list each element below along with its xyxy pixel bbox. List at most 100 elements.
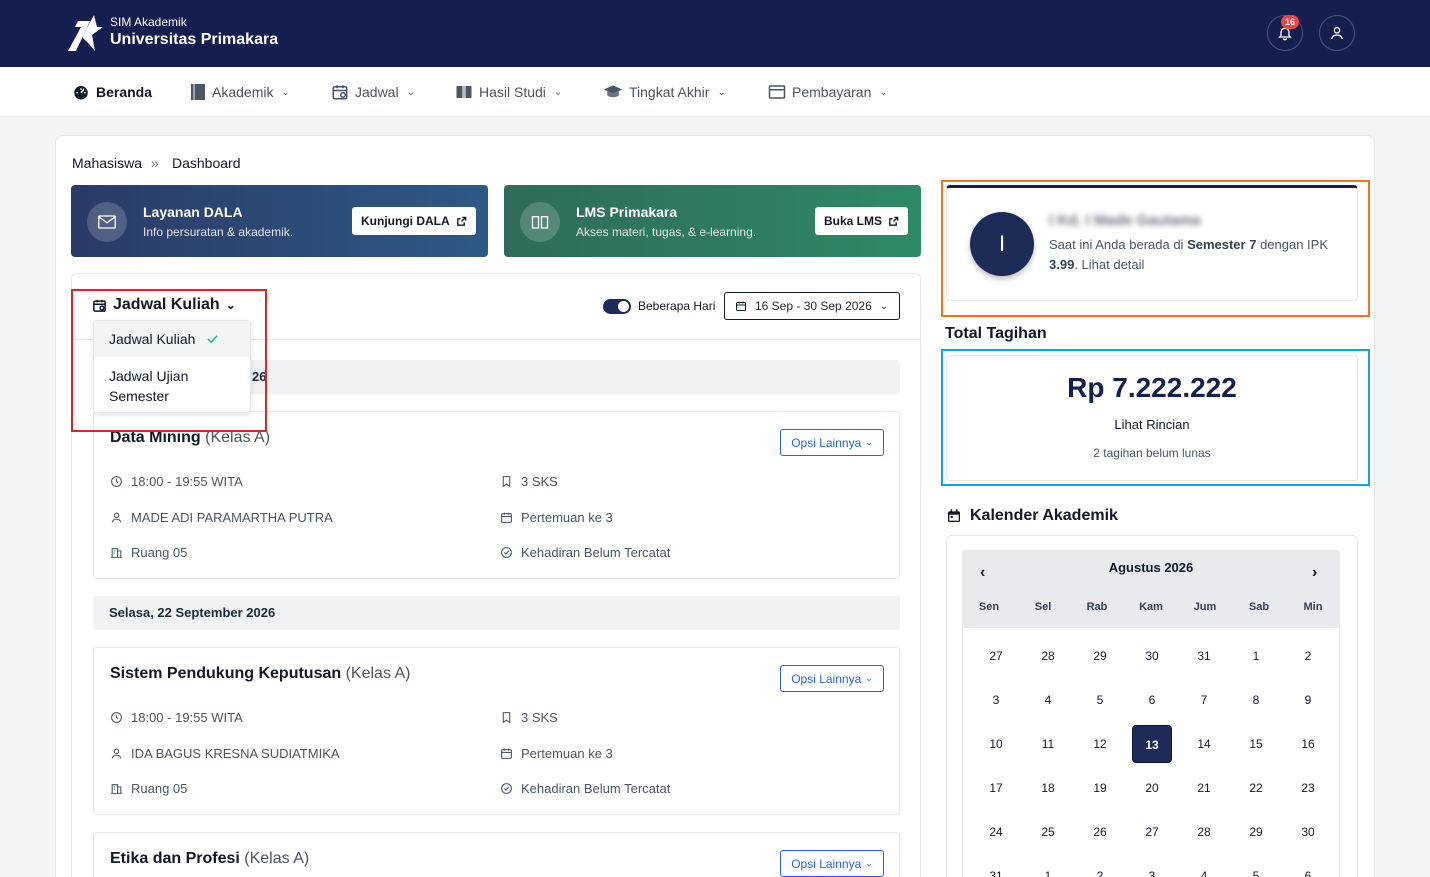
nav-hasil-studi[interactable]: Hasil Studi ⌄ <box>455 67 562 117</box>
calendar-day[interactable]: 4 <box>1028 681 1068 719</box>
button-label: Buka LMS <box>824 214 883 228</box>
course-meeting: Pertemuan ke 3 <box>500 510 613 525</box>
calendar-day[interactable]: 26 <box>1080 813 1120 851</box>
calendar-day[interactable]: 30 <box>1288 813 1328 851</box>
calendar-day[interactable]: 27 <box>976 637 1016 675</box>
course-room: Ruang 05 <box>110 545 187 560</box>
nav-beranda[interactable]: Beranda <box>72 67 152 117</box>
course-card: Sistem Pendukung Keputusan (Kelas A) Ops… <box>93 647 900 815</box>
calendar-day[interactable]: 16 <box>1288 725 1328 763</box>
chevron-down-icon: ⌄ <box>281 86 290 98</box>
day-of-week-label: Sen <box>978 601 1000 613</box>
calendar-day[interactable]: 18 <box>1028 769 1068 807</box>
chevron-down-icon: ⌄ <box>879 86 888 98</box>
day-of-week-label: Rab <box>1086 601 1108 613</box>
calendar-day[interactable]: 12 <box>1080 725 1120 763</box>
nav-tingkat-akhir[interactable]: Tingkat Akhir ⌄ <box>603 67 726 117</box>
calendar-month: Agustus 2026 <box>1108 560 1194 575</box>
calendar-day[interactable]: 31 <box>1184 637 1224 675</box>
calendar-day[interactable]: 14 <box>1184 725 1224 763</box>
breadcrumb-parent[interactable]: Mahasiswa <box>72 155 142 171</box>
main-nav: Beranda Akademik ⌄ Jadwal ⌄ Hasil Studi ⌄ T… <box>0 67 1430 117</box>
calendar-day[interactable]: 15 <box>1236 725 1276 763</box>
user-icon <box>1331 27 1343 40</box>
highlight-box-blue <box>941 349 1370 486</box>
button-label: Kunjungi DALA <box>361 214 450 228</box>
mail-icon <box>87 202 127 242</box>
calendar-day[interactable]: 2 <box>1080 857 1120 877</box>
profile-button[interactable] <box>1319 15 1355 51</box>
building-icon <box>111 548 122 558</box>
calendar-day[interactable]: 10 <box>976 725 1016 763</box>
calendar-day[interactable]: 3 <box>1132 857 1172 877</box>
calendar-day[interactable]: 5 <box>1080 681 1120 719</box>
nav-label: Akademik <box>212 84 274 100</box>
multi-day-toggle[interactable] <box>603 299 631 314</box>
calendar-day[interactable]: 30 <box>1132 637 1172 675</box>
opsi-lainnya-button[interactable]: Opsi Lainnya ⌄ <box>780 665 884 692</box>
dala-banner: Layanan DALA Info persuratan & akademik.… <box>71 185 488 257</box>
nav-jadwal[interactable]: Jadwal ⌄ <box>331 67 415 117</box>
calendar-day[interactable]: 29 <box>1080 637 1120 675</box>
calendar-day[interactable]: 1 <box>1236 637 1276 675</box>
day-of-week-label: Min <box>1303 601 1323 613</box>
course-sks: 3 SKS <box>500 710 558 725</box>
card-icon <box>768 85 786 99</box>
kalender-title: Kalender Akademik <box>946 507 1118 525</box>
course-sks: 3 SKS <box>500 474 558 489</box>
calendar-day[interactable]: 25 <box>1028 813 1068 851</box>
calendar-day[interactable]: 27 <box>1132 813 1172 851</box>
bookmark-icon <box>502 712 511 724</box>
calendar-day[interactable]: 21 <box>1184 769 1224 807</box>
calendar-day[interactable]: 28 <box>1184 813 1224 851</box>
calendar-day[interactable]: 6 <box>1132 681 1172 719</box>
toggle-label: Beberapa Hari <box>638 299 716 313</box>
user-icon <box>111 748 122 759</box>
calendar-day[interactable]: 8 <box>1236 681 1276 719</box>
external-link-icon <box>456 216 466 226</box>
course-meeting: Pertemuan ke 3 <box>500 746 613 761</box>
calendar-day[interactable]: 4 <box>1184 857 1224 877</box>
calendar-day[interactable]: 24 <box>976 813 1016 851</box>
calendar-day[interactable]: 1 <box>1028 857 1068 877</box>
calendar-day[interactable]: 22 <box>1236 769 1276 807</box>
day-of-week-label: Kam <box>1139 601 1163 613</box>
calendar-day[interactable]: 20 <box>1132 769 1172 807</box>
calendar-day[interactable]: 5 <box>1236 857 1276 877</box>
banner-subtitle: Info persuratan & akademik. <box>143 225 294 239</box>
calendar-day[interactable]: 28 <box>1028 637 1068 675</box>
calendar-day[interactable]: 19 <box>1080 769 1120 807</box>
buka-lms-button[interactable]: Buka LMS <box>815 207 909 235</box>
calendar-day[interactable]: 6 <box>1288 857 1328 877</box>
kunjungi-dala-button[interactable]: Kunjungi DALA <box>352 207 476 235</box>
calendar-day-today[interactable]: 13 <box>1132 725 1172 763</box>
nav-pembayaran[interactable]: Pembayaran ⌄ <box>768 67 888 117</box>
building-icon <box>111 784 122 794</box>
calendar-day[interactable]: 31 <box>976 857 1016 877</box>
calendar-icon <box>332 85 348 100</box>
calendar-day[interactable]: 3 <box>976 681 1016 719</box>
nav-label: Beranda <box>96 84 153 100</box>
opsi-lainnya-button[interactable]: Opsi Lainnya ⌄ <box>780 429 884 456</box>
calendar-day[interactable]: 11 <box>1028 725 1068 763</box>
calendar-widget: ‹ Agustus 2026 › Sen Sel Rab Kam Jum Sab Min 2… <box>962 550 1340 877</box>
calendar-day[interactable]: 23 <box>1288 769 1328 807</box>
calendar-day[interactable]: 7 <box>1184 681 1224 719</box>
opsi-lainnya-button[interactable]: Opsi Lainnya ⌄ <box>780 850 884 877</box>
dashboard-icon <box>74 86 88 100</box>
calendar-day[interactable]: 2 <box>1288 637 1328 675</box>
nav-akademik[interactable]: Akademik ⌄ <box>190 67 290 117</box>
course-time: 18:00 - 19:55 WITA <box>110 710 243 725</box>
user-icon <box>111 512 122 523</box>
calendar-day[interactable]: 29 <box>1236 813 1276 851</box>
calendar-icon <box>736 301 746 311</box>
calendar-day[interactable]: 17 <box>976 769 1016 807</box>
next-month-button[interactable]: › <box>1312 564 1317 582</box>
course-lecturer: MADE ADI PARAMARTHA PUTRA <box>110 510 333 525</box>
date-range-picker[interactable]: 16 Sep - 30 Sep 2026 ⌄ <box>724 292 900 320</box>
course-card: Data Mining (Kelas A) Opsi Lainnya ⌄ <box>93 411 900 579</box>
book-icon <box>191 84 205 100</box>
calendar-day[interactable]: 9 <box>1288 681 1328 719</box>
check-circle-icon <box>501 547 512 558</box>
university-logo[interactable] <box>64 13 104 53</box>
